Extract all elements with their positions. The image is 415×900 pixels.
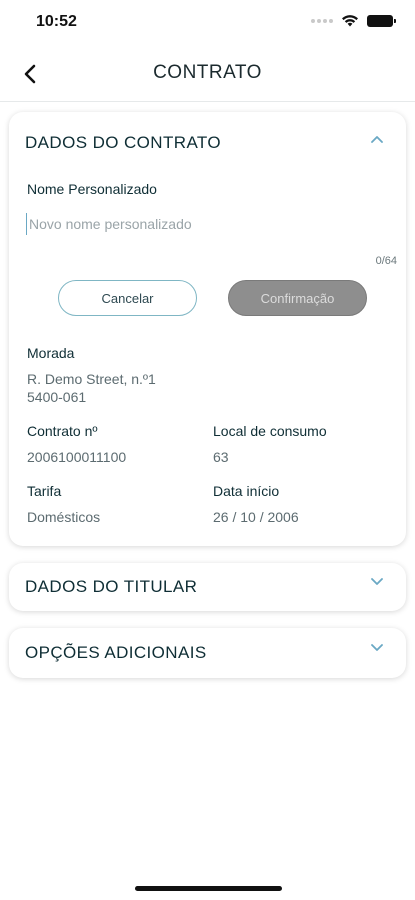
custom-name-label: Nome Personalizado [27,181,157,197]
contract-details-card: DADOS DO CONTRATO Nome Personalizado 0/6… [9,112,406,546]
tariff-label: Tarifa [27,483,62,499]
wifi-icon [342,15,358,27]
home-indicator[interactable] [135,886,282,891]
options-section-title: OPÇÕES ADICIONAIS [25,643,207,662]
start-date-label: Data início [213,483,280,499]
contract-number-value: 2006100011100 [27,449,127,465]
chevron-down-icon [371,578,383,585]
status-bar: 10:52 [0,0,415,46]
page-title: CONTRATO [153,62,262,83]
address-street: R. Demo Street, n.º1 [27,371,156,387]
contract-number-label: Contrato nº [27,423,98,439]
battery-icon [367,14,396,27]
chevron-down-icon [371,644,383,651]
start-date-value: 26 / 10 / 2006 [213,509,299,525]
holder-section-title: DADOS DO TITULAR [25,577,198,596]
contract-section-title: DADOS DO CONTRATO [25,133,222,152]
consumption-location-value: 63 [213,449,229,465]
additional-options-card[interactable]: OPÇÕES ADICIONAIS [9,628,406,678]
nav-bar: CONTRATO [0,46,415,102]
char-counter: 0/64 [375,255,397,267]
chevron-up-icon [371,136,383,143]
confirm-button[interactable]: Confirmação [228,280,367,316]
status-time: 10:52 [36,13,77,30]
contract-section-header[interactable]: DADOS DO CONTRATO [9,112,406,168]
custom-name-input[interactable] [26,213,386,235]
cellular-signal-icon [311,18,333,23]
address-label: Morada [27,345,75,361]
holder-details-card[interactable]: DADOS DO TITULAR [9,563,406,611]
address-postal-code: 5400-061 [27,389,87,405]
status-icons [311,14,396,27]
tariff-value: Domésticos [27,509,101,525]
consumption-location-label: Local de consumo [213,423,327,439]
cancel-button[interactable]: Cancelar [58,280,197,316]
